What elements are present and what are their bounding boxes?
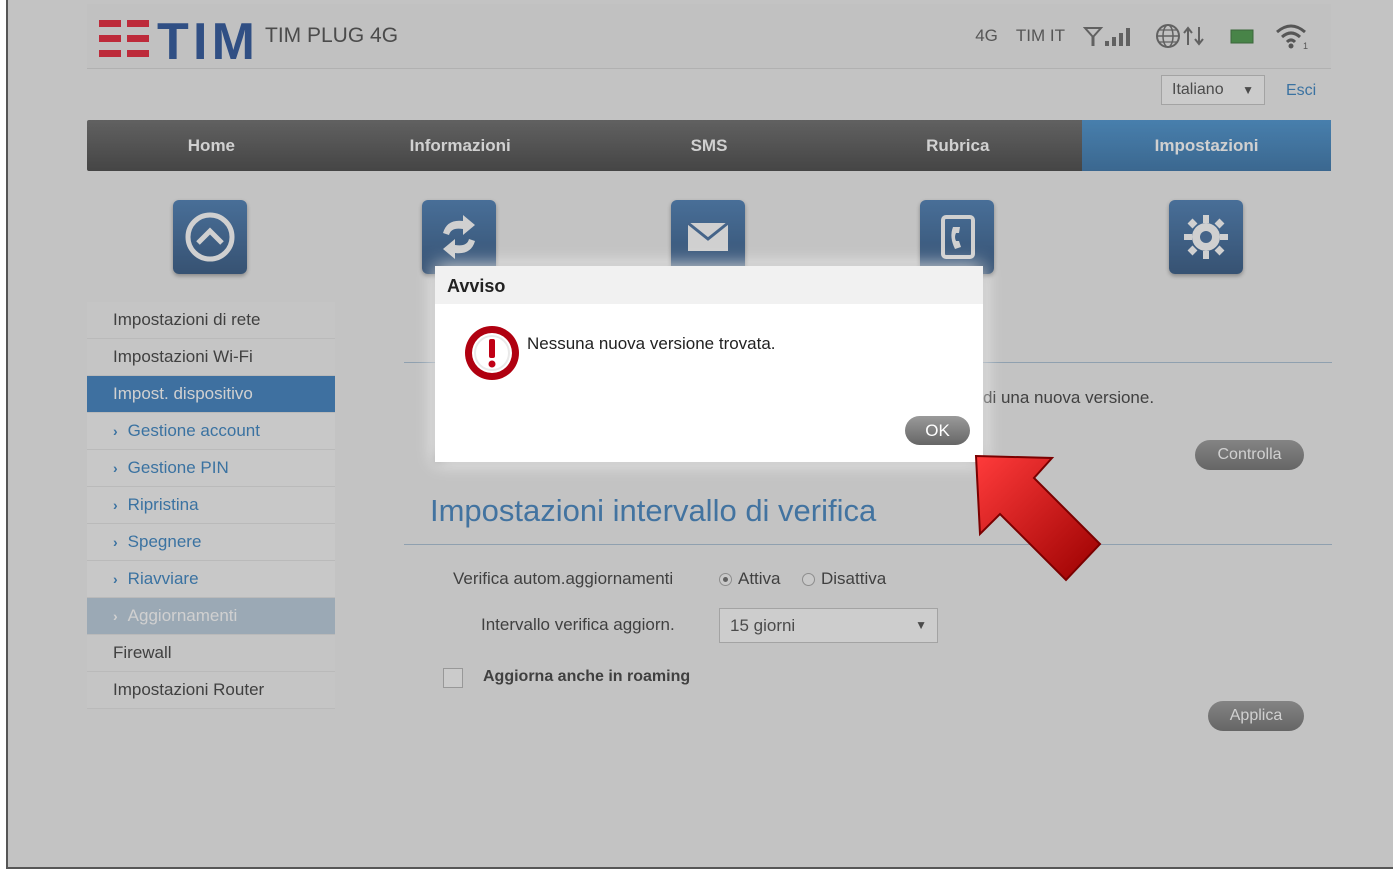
dialog-title: Avviso	[435, 266, 983, 304]
alert-dialog: Avviso Nessuna nuova versione trovata. O…	[435, 266, 983, 462]
dialog-message: Nessuna nuova versione trovata.	[527, 334, 776, 353]
warning-icon	[465, 326, 519, 380]
ok-button[interactable]: OK	[905, 416, 970, 445]
annotation-arrow-icon	[974, 454, 1102, 582]
